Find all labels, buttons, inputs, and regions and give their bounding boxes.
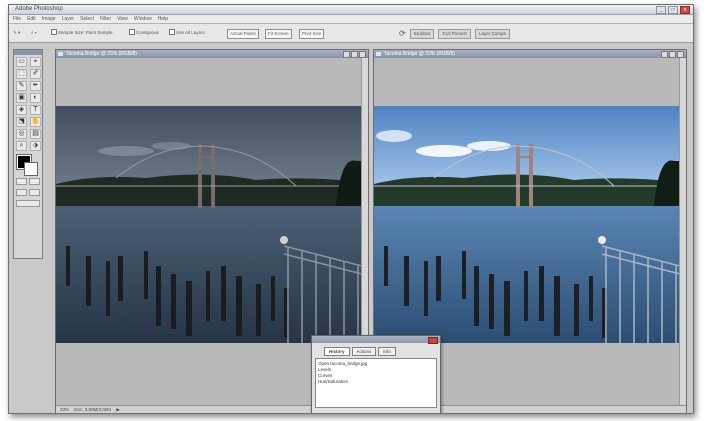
menu-edit[interactable]: Edit xyxy=(27,16,36,22)
window-controls: _ □ x xyxy=(656,6,690,14)
standard-mode-icon[interactable] xyxy=(16,178,27,185)
palette-tabs: History Actions Info xyxy=(312,343,440,356)
screen-mode-standard-icon[interactable] xyxy=(16,189,27,196)
sample-size-option[interactable]: Sample Size: Point Sample xyxy=(51,29,113,37)
eyedropper-tool-icon[interactable]: ✎ ▾ xyxy=(13,29,20,37)
layer-comps-tab[interactable]: Layer Comps xyxy=(474,28,510,39)
document-title-bar[interactable]: Tacoma Bridge @ 33% (RGB/8) xyxy=(374,50,686,58)
workspace-icon[interactable]: ⟳ xyxy=(399,29,406,38)
history-list: Open tacoma_bridge.jpg Levels Curves Hue… xyxy=(315,358,437,408)
close-button[interactable]: x xyxy=(680,6,690,14)
app-title: Adobe Photoshop xyxy=(15,6,63,12)
history-palette: History Actions Info Open tacoma_bridge.… xyxy=(311,335,441,413)
menu-select[interactable]: Select xyxy=(80,16,94,22)
actual-pixels-button[interactable]: Actual Pixels xyxy=(227,29,259,39)
bridge-photo-original xyxy=(56,106,362,343)
maximize-button[interactable]: □ xyxy=(668,6,678,14)
menu-layer[interactable]: Layer xyxy=(62,16,75,22)
bridge-photo-adjusted xyxy=(374,106,680,343)
screen-modes xyxy=(14,187,42,198)
menu-file[interactable]: File xyxy=(13,16,21,22)
doc-minimize-button[interactable] xyxy=(343,51,350,58)
stamp-tool-icon[interactable]: ▣ xyxy=(16,93,27,103)
document-icon xyxy=(376,52,381,56)
move-tool-icon[interactable]: ⌖ xyxy=(30,57,41,67)
document-scrollbar[interactable] xyxy=(679,58,686,406)
magic-wand-tool-icon[interactable]: ✐ xyxy=(30,69,41,79)
photo-adjusted[interactable] xyxy=(374,106,680,343)
menu-filter[interactable]: Filter xyxy=(100,16,111,22)
title-bar: Adobe Photoshop _ □ x xyxy=(9,5,693,15)
notes-tool-icon[interactable]: ▤ xyxy=(30,129,41,139)
jump-to-imageready-icon[interactable] xyxy=(16,200,40,207)
history-state[interactable]: Hue/Saturation xyxy=(318,379,434,385)
quick-mask-mode-icon[interactable] xyxy=(29,178,40,185)
use-all-layers-checkbox[interactable]: Use All Layers xyxy=(169,29,205,37)
marquee-tool-icon[interactable]: ▭ xyxy=(16,57,27,67)
dodge-tool-icon[interactable]: ◐ xyxy=(30,93,41,103)
screen-mode-full-icon[interactable] xyxy=(29,189,40,196)
eyedropper-tool-icon[interactable]: ◎ xyxy=(16,129,27,139)
zoom-level[interactable]: 33% xyxy=(60,407,69,412)
document-title: Tacoma Bridge @ 33% (RGB/8) xyxy=(384,51,455,57)
lasso-tool-icon[interactable]: ⬚ xyxy=(16,69,27,79)
hand-tool-icon[interactable]: ✋ xyxy=(30,117,41,127)
palette-well: ⟳ Brushes Tool Presets Layer Comps xyxy=(399,28,510,39)
doc-maximize-button[interactable] xyxy=(669,51,676,58)
gradient-tool-icon[interactable]: ◈ xyxy=(16,105,27,115)
document-icon xyxy=(58,52,63,56)
palette-title-bar[interactable] xyxy=(312,336,440,344)
toolbox: ▭ ⌖ ⬚ ✐ ✎ ✒ ▣ ◐ ◈ T ⬔ ✋ ◎ ▤ ⌕ ⬗ xyxy=(13,49,43,259)
zoom-tool-icon[interactable]: ⌕ ▾ xyxy=(31,29,37,37)
document-controls xyxy=(343,51,366,58)
contiguous-checkbox[interactable]: Contiguous xyxy=(129,29,159,37)
tab-info[interactable]: Info xyxy=(378,347,396,356)
menu-bar: File Edit Image Layer Select Filter View… xyxy=(9,15,693,24)
tool-presets-tab[interactable]: Tool Presets xyxy=(438,28,471,39)
options-bar: ✎ ▾ ⌕ ▾ Sample Size: Point Sample Contig… xyxy=(9,24,693,43)
color-swatches xyxy=(14,154,42,176)
doc-close-button[interactable] xyxy=(677,51,684,58)
fit-screen-button[interactable]: Fit Screen xyxy=(265,29,292,39)
menu-help[interactable]: Help xyxy=(158,16,168,22)
document-title: Tacoma Bridge @ 33% (RGB/8) xyxy=(66,51,137,57)
document-controls xyxy=(661,51,684,58)
photo-original[interactable] xyxy=(56,106,362,343)
print-size-button[interactable]: Print Size xyxy=(299,29,325,39)
tab-actions[interactable]: Actions xyxy=(351,347,377,356)
slice-tool-icon[interactable]: ⬗ xyxy=(30,141,41,151)
document-title-bar[interactable]: Tacoma Bridge @ 33% (RGB/8) xyxy=(56,50,368,58)
brushes-tab[interactable]: Brushes xyxy=(409,28,435,39)
menu-image[interactable]: Image xyxy=(42,16,56,22)
minimize-button[interactable]: _ xyxy=(656,6,666,14)
tool-grid: ▭ ⌖ ⬚ ✐ ✎ ✒ ▣ ◐ ◈ T ⬔ ✋ ◎ ▤ ⌕ ⬗ xyxy=(14,55,42,151)
doc-size: Doc: 3.00M/3.00M xyxy=(74,407,112,412)
background-color-swatch[interactable] xyxy=(24,162,38,176)
photoshop-window: Adobe Photoshop _ □ x File Edit Image La… xyxy=(8,4,694,414)
doc-close-button[interactable] xyxy=(359,51,366,58)
imageready-row xyxy=(14,198,42,209)
doc-minimize-button[interactable] xyxy=(661,51,668,58)
brush-tool-icon[interactable]: ✎ xyxy=(16,81,27,91)
doc-maximize-button[interactable] xyxy=(351,51,358,58)
type-tool-icon[interactable]: T xyxy=(30,105,41,115)
status-menu-icon[interactable]: ▶ xyxy=(116,407,119,412)
tab-history[interactable]: History xyxy=(324,347,350,356)
shape-tool-icon[interactable]: ⬔ xyxy=(16,117,27,127)
quick-mask-modes xyxy=(14,176,42,187)
pen-tool-icon[interactable]: ✒ xyxy=(30,81,41,91)
menu-window[interactable]: Window xyxy=(134,16,152,22)
menu-view[interactable]: View xyxy=(117,16,128,22)
palette-close-button[interactable] xyxy=(428,337,438,344)
zoom-tool-icon[interactable]: ⌕ xyxy=(16,141,27,151)
